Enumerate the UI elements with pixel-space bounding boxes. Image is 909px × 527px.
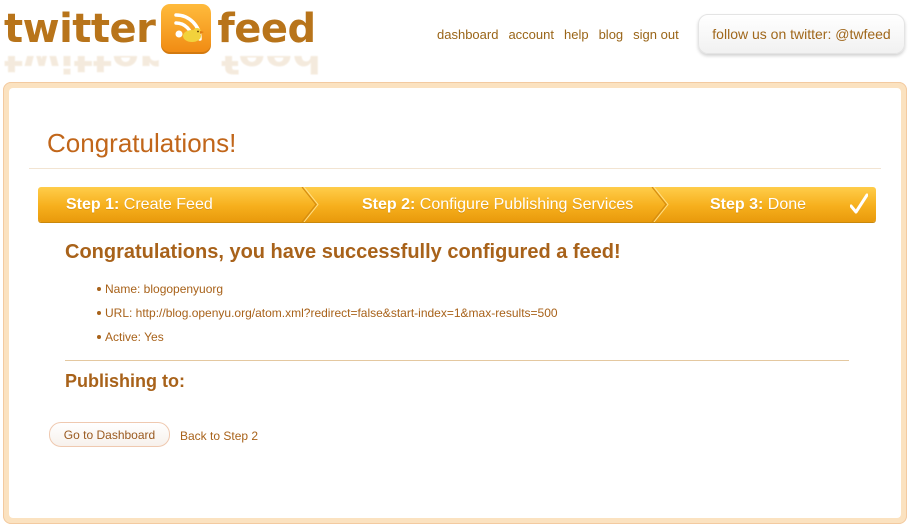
go-to-dashboard-button[interactable]: Go to Dashboard	[49, 422, 170, 447]
nav-account[interactable]: account	[508, 27, 554, 42]
nav-blog[interactable]: blog	[599, 27, 624, 42]
success-message: Congratulations, you have successfully c…	[65, 241, 621, 263]
detail-active: Active: Yes	[97, 329, 558, 353]
step-separator-2	[651, 187, 669, 222]
logo-text-feed: feed	[217, 6, 316, 52]
back-to-step-2-link[interactable]: Back to Step 2	[180, 429, 258, 443]
main-panel: Congratulations! Step 1: Create Feed Ste…	[3, 82, 907, 524]
step-2-number: Step 2:	[362, 196, 416, 213]
page-title: Congratulations!	[47, 128, 237, 158]
step-2: Step 2: Configure Publishing Services	[362, 187, 633, 222]
logo-reflection-left: twitter	[4, 56, 159, 80]
nav-help[interactable]: help	[564, 27, 589, 42]
logo-reflection-right: feed	[220, 56, 322, 80]
step-1: Step 1: Create Feed	[66, 187, 213, 222]
logo-text-twitter: twitter	[4, 6, 156, 52]
step-separator-1	[301, 187, 319, 222]
feed-details-list: Name: blogopenyuorg URL: http://blog.ope…	[97, 281, 558, 353]
publishing-heading: Publishing to:	[65, 371, 185, 391]
step-2-label: Configure Publishing Services	[419, 196, 634, 213]
detail-name: Name: blogopenyuorg	[97, 281, 558, 305]
step-1-number: Step 1:	[66, 196, 120, 213]
top-navigation: dashboard account help blog sign out	[437, 27, 679, 42]
section-divider	[65, 360, 849, 361]
step-3-number: Step 3:	[710, 196, 764, 213]
step-3-label: Done	[767, 196, 807, 213]
content-area: Congratulations! Step 1: Create Feed Ste…	[9, 88, 901, 518]
twitterfeed-logo[interactable]: twitter feed	[4, 4, 316, 54]
nav-dashboard[interactable]: dashboard	[437, 27, 498, 42]
follow-us-badge[interactable]: follow us on twitter: @twfeed	[698, 14, 905, 54]
follow-us-text: follow us on twitter: @twfeed	[712, 26, 891, 42]
step-1-label: Create Feed	[123, 196, 213, 213]
logo-reflection: twitter feed	[4, 56, 321, 82]
checkmark-icon	[850, 193, 868, 214]
rss-bird-icon	[161, 4, 212, 54]
title-divider	[29, 168, 881, 169]
step-3: Step 3: Done	[710, 187, 806, 222]
nav-sign-out[interactable]: sign out	[633, 27, 679, 42]
detail-url: URL: http://blog.openyu.org/atom.xml?red…	[97, 305, 558, 329]
steps-progress-bar: Step 1: Create Feed Step 2: Configure Pu…	[38, 187, 876, 222]
